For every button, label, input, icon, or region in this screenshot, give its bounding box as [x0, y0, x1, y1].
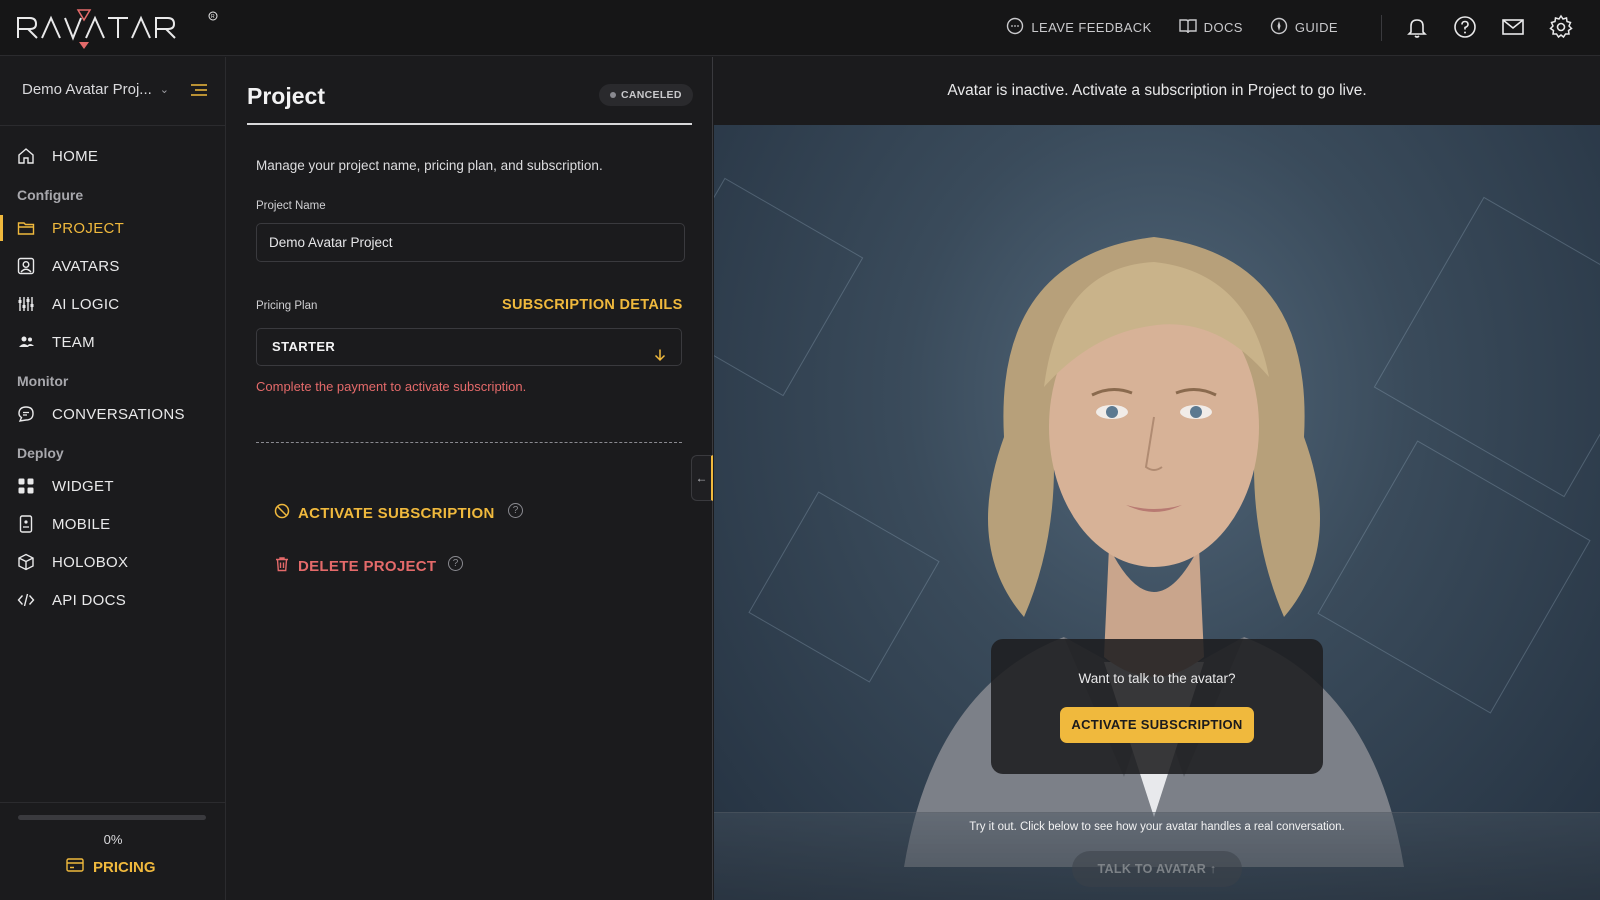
chat-icon — [17, 405, 35, 423]
status-badge: CANCELED — [599, 84, 693, 106]
help-icon[interactable] — [1452, 14, 1478, 40]
ravatar-logo[interactable]: R — [16, 8, 226, 50]
nav-section-deploy: Deploy — [17, 445, 64, 461]
sidebar-item-label: HOME — [52, 147, 99, 165]
nav-section-monitor: Monitor — [17, 373, 69, 389]
project-selector-label: Demo Avatar Proj... — [22, 81, 152, 98]
block-icon — [274, 503, 290, 523]
title-divider — [247, 123, 692, 125]
sidebar-item-label: PROJECT — [52, 219, 125, 237]
activate-subscription-label: ACTIVATE SUBSCRIPTION — [298, 504, 495, 522]
status-dot-icon — [610, 92, 616, 98]
delete-help-icon[interactable]: ? — [448, 556, 463, 571]
try-it-out-text: Try it out. Click below to see how your … — [969, 821, 1345, 833]
team-icon — [17, 333, 35, 351]
sidebar-item-project[interactable]: PROJECT — [0, 209, 226, 247]
page-title: Project — [247, 83, 325, 109]
leave-feedback-link[interactable]: LEAVE FEEDBACK — [1005, 16, 1151, 39]
project-panel: Project CANCELED Manage your project nam… — [227, 57, 713, 900]
pricing-plan-select[interactable]: STARTER — [256, 328, 682, 366]
status-badge-label: CANCELED — [621, 89, 682, 101]
arrow-down-icon — [653, 340, 667, 362]
background-hexagon — [714, 177, 864, 397]
inactive-banner: Avatar is inactive. Activate a subscript… — [714, 57, 1600, 125]
sidebar: Demo Avatar Proj... ⌄ HOME Configure PRO… — [0, 57, 226, 900]
cube-icon — [17, 553, 35, 571]
pricing-label: PRICING — [93, 858, 156, 876]
activate-subscription-cta-button[interactable]: ACTIVATE SUBSCRIPTION — [1060, 707, 1254, 743]
sidebar-bottom-divider — [0, 802, 226, 803]
sidebar-divider — [0, 125, 226, 126]
avatar-icon — [17, 257, 35, 275]
compass-icon — [1269, 16, 1289, 39]
pricing-button[interactable]: PRICING — [66, 857, 156, 877]
sidebar-item-avatars[interactable]: AVATARS — [0, 247, 226, 285]
avatar-preview: Avatar is inactive. Activate a subscript… — [714, 57, 1600, 900]
folder-icon — [17, 219, 35, 237]
sidebar-item-mobile[interactable]: MOBILE — [0, 505, 226, 543]
panel-description: Manage your project name, pricing plan, … — [256, 158, 603, 173]
mobile-icon — [17, 515, 35, 533]
sidebar-item-home[interactable]: HOME — [0, 137, 226, 175]
sliders-icon — [17, 295, 35, 313]
sidebar-item-ai-logic[interactable]: AI LOGIC — [0, 285, 226, 323]
sidebar-item-api-docs[interactable]: API DOCS — [0, 581, 226, 619]
guide-link[interactable]: GUIDE — [1269, 16, 1338, 39]
sidebar-nav: HOME Configure PROJECT AVATARS AI LOGIC … — [0, 137, 226, 619]
payment-warning: Complete the payment to activate subscri… — [256, 379, 527, 394]
gear-icon[interactable] — [1548, 14, 1574, 40]
subscription-details-link[interactable]: SUBSCRIPTION DETAILS — [502, 297, 683, 313]
delete-project-button[interactable]: DELETE PROJECT — [274, 556, 436, 576]
pricing-plan-value: STARTER — [272, 339, 336, 354]
credit-card-icon — [66, 857, 84, 877]
cta-question: Want to talk to the avatar? — [1078, 671, 1236, 686]
guide-label: GUIDE — [1294, 20, 1338, 35]
book-icon — [1178, 16, 1198, 39]
home-icon — [17, 147, 35, 165]
grid-icon — [17, 477, 35, 495]
sidebar-item-label: WIDGET — [52, 477, 114, 495]
activate-help-icon[interactable]: ? — [508, 503, 523, 518]
nav-section-configure: Configure — [17, 187, 84, 203]
pricing-plan-label: Pricing Plan — [256, 300, 318, 312]
svg-text:R: R — [211, 14, 215, 20]
project-selector[interactable]: Demo Avatar Proj... ⌄ — [22, 81, 169, 98]
sidebar-item-label: API DOCS — [52, 591, 127, 609]
sidebar-item-label: AI LOGIC — [52, 295, 120, 313]
sidebar-item-team[interactable]: TEAM — [0, 323, 226, 361]
chevron-down-icon: ⌄ — [159, 84, 169, 96]
preview-footer: Try it out. Click below to see how your … — [714, 812, 1600, 900]
sidebar-item-widget[interactable]: WIDGET — [0, 467, 226, 505]
bell-icon[interactable] — [1404, 14, 1430, 40]
leave-feedback-label: LEAVE FEEDBACK — [1031, 20, 1152, 35]
docs-label: DOCS — [1203, 20, 1243, 35]
progress-bar — [18, 815, 206, 820]
sidebar-item-label: CONVERSATIONS — [52, 405, 185, 423]
dashed-divider — [256, 442, 682, 443]
mail-icon[interactable] — [1500, 14, 1526, 40]
menu-icon[interactable] — [190, 83, 208, 97]
talk-to-avatar-button[interactable]: TALK TO AVATAR ↑ — [1072, 851, 1242, 887]
docs-link[interactable]: DOCS — [1178, 16, 1243, 39]
sidebar-item-conversations[interactable]: CONVERSATIONS — [0, 395, 226, 433]
sidebar-item-label: MOBILE — [52, 515, 111, 533]
sidebar-item-label: AVATARS — [52, 257, 120, 275]
project-name-input[interactable]: Demo Avatar Project — [256, 223, 685, 262]
top-bar: R LEAVE FEEDBACK DOCS GUIDE — [0, 0, 1600, 56]
arrow-left-icon: ← — [695, 471, 708, 485]
sidebar-item-holobox[interactable]: HOLOBOX — [0, 543, 226, 581]
trash-icon — [274, 556, 290, 576]
activate-subscription-button[interactable]: ACTIVATE SUBSCRIPTION — [274, 503, 495, 523]
delete-project-label: DELETE PROJECT — [298, 557, 437, 575]
progress-percent: 0% — [103, 832, 123, 847]
topbar-divider — [1381, 15, 1382, 41]
code-icon — [17, 591, 35, 609]
project-name-label: Project Name — [256, 200, 326, 212]
sidebar-item-label: TEAM — [52, 333, 95, 351]
sidebar-item-label: HOLOBOX — [52, 553, 129, 571]
collapse-panel-button[interactable]: ← — [691, 455, 713, 501]
feedback-icon — [1005, 16, 1025, 39]
activation-card: Want to talk to the avatar? ACTIVATE SUB… — [991, 639, 1323, 774]
